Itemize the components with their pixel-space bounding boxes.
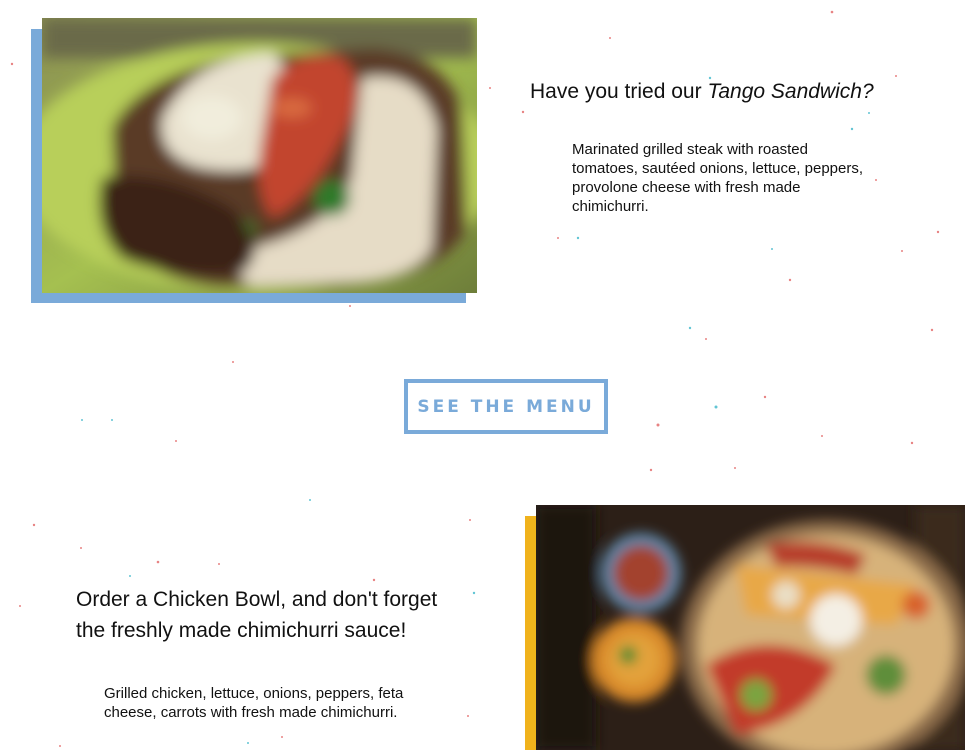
sandwich-heading: Have you tried our Tango Sandwich? — [530, 78, 950, 106]
chicken-bowl-description: Grilled chicken, lettuce, onions, pepper… — [104, 685, 404, 721]
chicken-bowl-heading: Order a Chicken Bowl, and don't forget t… — [76, 588, 438, 642]
tango-sandwich-photo — [42, 18, 477, 293]
sandwich-heading-name: Tango Sandwich? — [707, 80, 874, 103]
sandwich-heading-prefix: Have you tried our — [530, 80, 708, 103]
see-the-menu-button[interactable]: SEE THE MENU — [404, 379, 608, 434]
chicken-bowl-photo — [536, 505, 965, 750]
sandwich-description: Marinated grilled steak with roasted tom… — [572, 141, 864, 215]
